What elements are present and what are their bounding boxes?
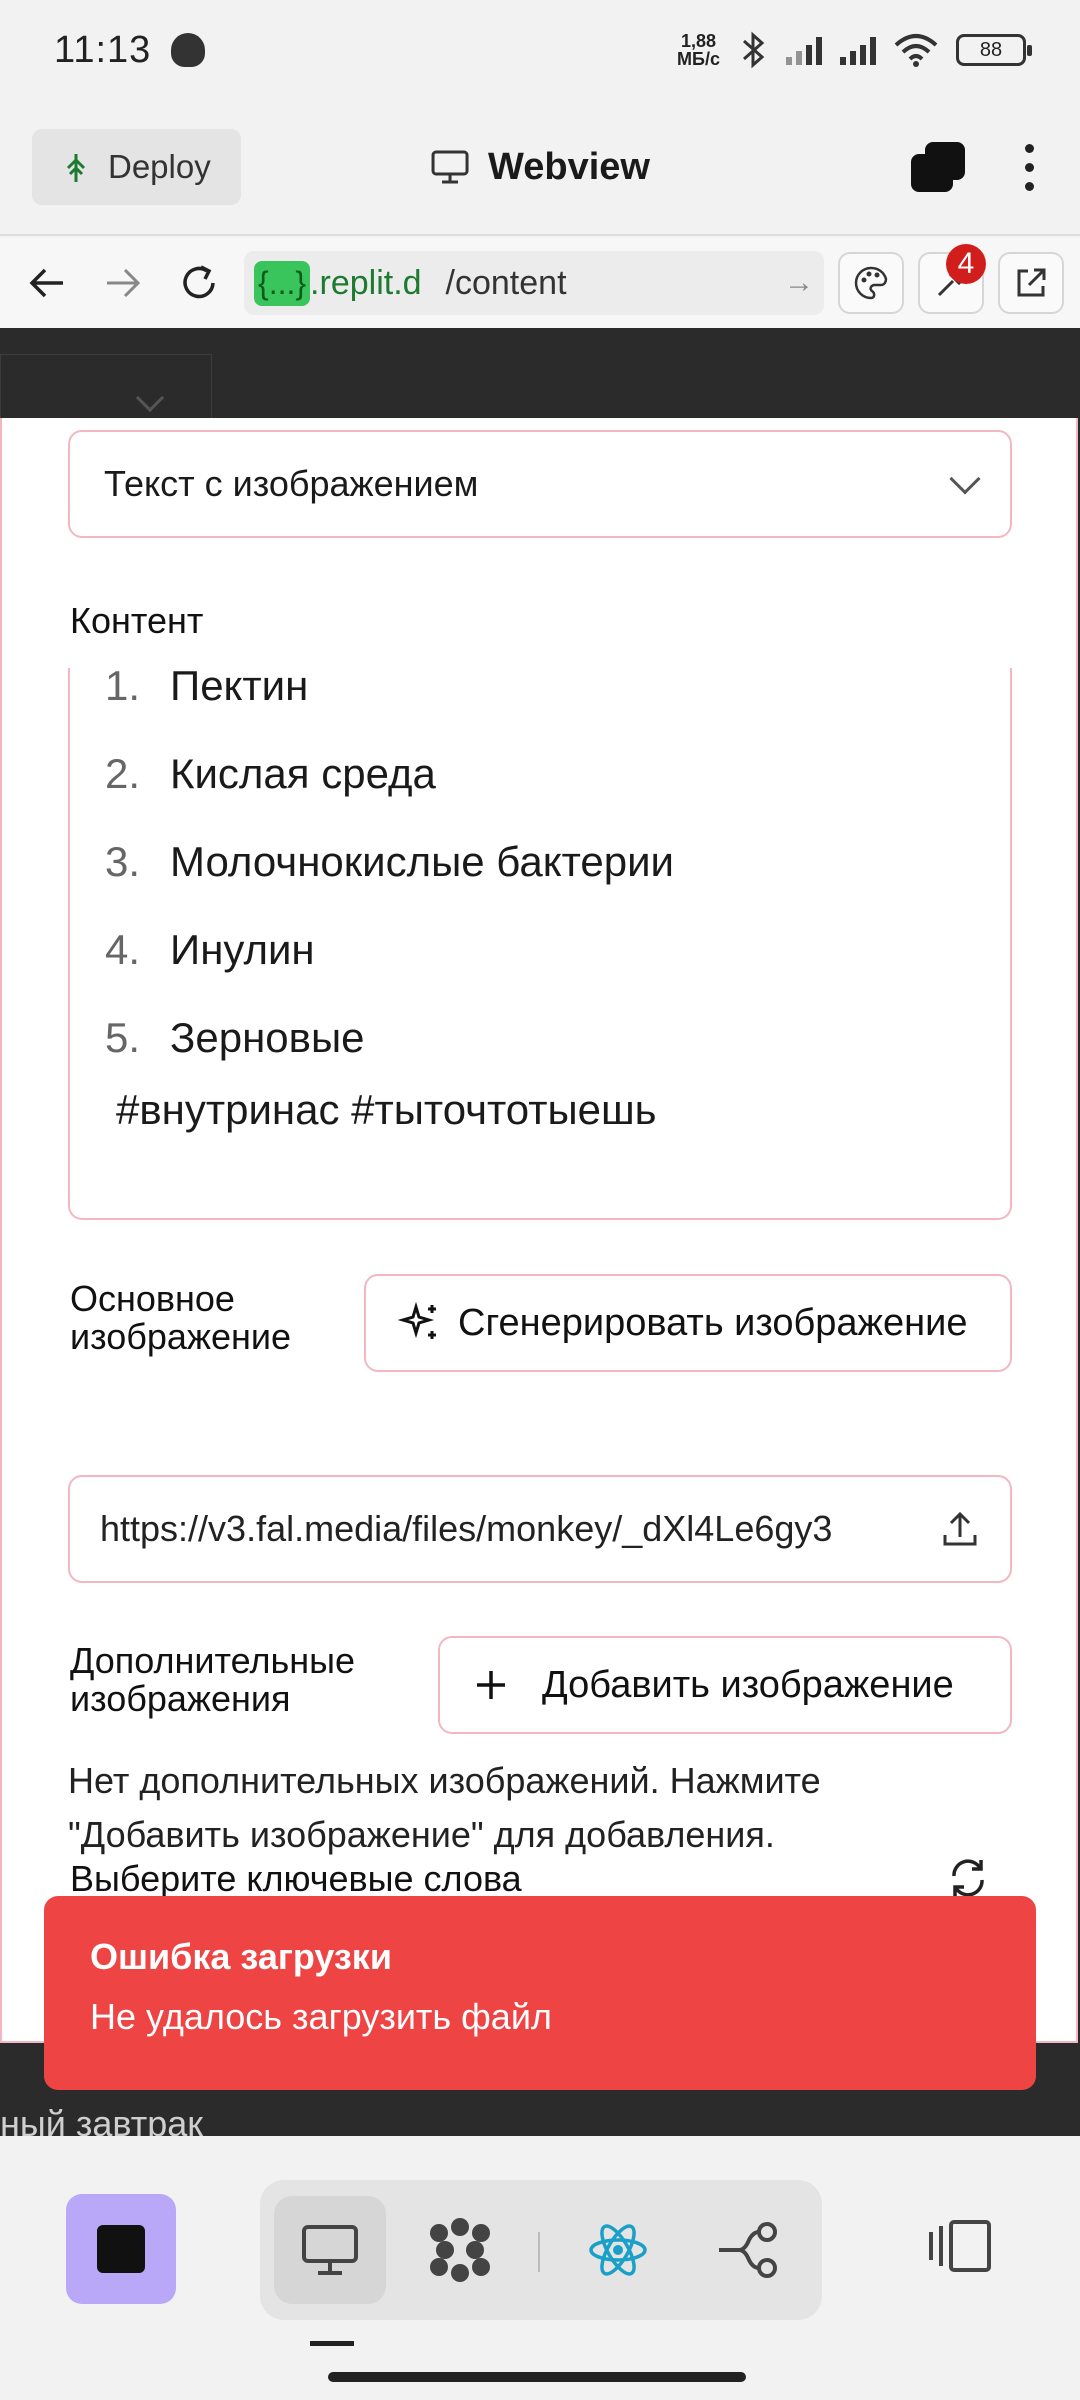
stop-icon: [97, 2225, 145, 2273]
view-switcher: [260, 2180, 822, 2320]
reload-button[interactable]: [168, 252, 230, 314]
monitor-icon: [302, 2225, 358, 2275]
list-item: 1. Пектин: [104, 668, 309, 709]
signal-2-icon: [840, 35, 876, 65]
extra-images-label: Дополнительные изображения: [70, 1640, 355, 1719]
url-host: .replit.d: [310, 263, 422, 302]
agent-icon: [430, 2218, 490, 2282]
net-speed: 1,88 МБ/с: [677, 32, 720, 68]
webview-tab[interactable]: [274, 2196, 386, 2304]
net-speed-unit: МБ/с: [677, 49, 720, 69]
notification-icon: [171, 33, 206, 67]
battery-indicator: 88: [956, 34, 1032, 66]
deploy-button[interactable]: Deploy: [32, 129, 241, 205]
home-indicator[interactable]: [328, 2372, 746, 2382]
arrow-right-icon: [107, 268, 141, 298]
keywords-label: Выберите ключевые слова: [70, 1858, 522, 1899]
more-menu-icon[interactable]: [1025, 143, 1034, 191]
react-icon: [589, 2224, 647, 2276]
url-path: /content: [445, 263, 567, 302]
generate-image-button[interactable]: Сгенерировать изображение: [364, 1274, 1012, 1372]
main-image-url-input[interactable]: https://v3.fal.media/files/monkey/_dXl4L…: [68, 1475, 1012, 1583]
background-tab: [0, 354, 212, 418]
indicator-dash: [310, 2341, 354, 2346]
content-label: Контент: [70, 600, 204, 641]
deploy-icon: [66, 154, 86, 182]
tabs-stack-icon[interactable]: [911, 142, 965, 192]
main-image-label: Основное изображение: [70, 1278, 292, 1357]
reload-icon: [183, 265, 215, 299]
browser-nav-bar: {...} .replit.d /content → 4: [0, 238, 1080, 328]
split-view-button[interactable]: [920, 2206, 1000, 2286]
content-list: 1. Пектин 2. Кислая среда 3. Молочнокислые …: [70, 668, 1010, 1082]
deploy-label: Deploy: [108, 148, 211, 185]
monitor-icon: [431, 150, 469, 184]
divider: [538, 2232, 540, 2272]
webview: Текст с изображением Контент 1. Пектин 2.…: [0, 328, 1080, 2136]
content-type-value: Текст с изображением: [104, 463, 479, 504]
app-bar-actions: [911, 142, 1048, 192]
edit-modal: Текст с изображением Контент 1. Пектин 2.…: [0, 418, 1078, 2043]
status-time: 11:13: [54, 28, 152, 71]
bluetooth-icon: [743, 31, 765, 69]
content-editor[interactable]: 1. Пектин 2. Кислая среда 3. Молочнокислые …: [68, 668, 1012, 1220]
no-extra-images-hint: Нет дополнительных изображений. Нажмите …: [68, 1760, 821, 1855]
stop-button[interactable]: [66, 2194, 176, 2304]
chevron-down-icon: [949, 463, 981, 495]
signal-1-icon: [786, 35, 822, 65]
content-type-select[interactable]: Текст с изображением: [68, 430, 1012, 538]
wifi-icon: [894, 34, 938, 67]
back-button[interactable]: [16, 252, 78, 314]
status-icons: 1,88 МБ/с 88: [677, 31, 1032, 69]
git-tab[interactable]: [692, 2196, 804, 2304]
add-image-label: Добавить изображение: [542, 1663, 954, 1706]
devtools-badge: 4: [946, 244, 986, 284]
background-peek-text: ный завтрак: [0, 2103, 204, 2136]
toast-title: Ошибка загрузки: [90, 1936, 392, 1977]
sparkles-icon: [398, 1301, 436, 1339]
app-bar: Deploy Webview: [0, 100, 1080, 236]
content-tags: #внутринас #тыточтотыешь: [116, 1086, 657, 1133]
list-item: 4. Инулин: [104, 926, 315, 973]
branch-icon: [719, 2222, 777, 2278]
bottom-nav: [0, 2136, 1080, 2400]
go-arrow-icon[interactable]: →: [784, 266, 814, 300]
list-item: 5. Зерновые: [104, 1014, 365, 1061]
url-braces: {...}: [254, 260, 311, 306]
palette-icon: [854, 266, 888, 300]
toast-message: Не удалось загрузить файл: [90, 1996, 552, 2037]
error-toast[interactable]: Ошибка загрузки Не удалось загрузить фай…: [44, 1896, 1036, 2090]
external-link-icon: [1017, 268, 1046, 297]
refresh-keywords-icon[interactable]: [946, 1856, 990, 1900]
url-bar[interactable]: {...} .replit.d /content →: [244, 251, 824, 315]
status-bar: 11:13 1,88 МБ/с 88: [0, 0, 1080, 100]
list-item: 2. Кислая среда: [104, 750, 436, 797]
net-speed-value: 1,88: [681, 31, 717, 51]
generate-image-label: Сгенерировать изображение: [458, 1301, 968, 1344]
open-external-button[interactable]: [998, 252, 1064, 314]
add-image-button[interactable]: Добавить изображение: [438, 1636, 1012, 1734]
theme-button[interactable]: [838, 252, 904, 314]
forward-button[interactable]: [92, 252, 154, 314]
main-image-url-value: https://v3.fal.media/files/monkey/_dXl4L…: [100, 1508, 833, 1549]
background-page-strip: [0, 328, 1080, 418]
react-tab[interactable]: [562, 2196, 674, 2304]
devtools-button[interactable]: 4: [918, 244, 986, 314]
list-item: 3. Молочнокислые бактерии: [104, 838, 674, 885]
agent-tab[interactable]: [404, 2196, 516, 2304]
page-title: Webview: [430, 146, 650, 189]
split-view-icon: [929, 2220, 991, 2272]
arrow-left-icon: [29, 268, 63, 298]
plus-icon: [477, 1671, 505, 1699]
page-title-text: Webview: [488, 145, 650, 188]
upload-icon[interactable]: [940, 1509, 980, 1549]
